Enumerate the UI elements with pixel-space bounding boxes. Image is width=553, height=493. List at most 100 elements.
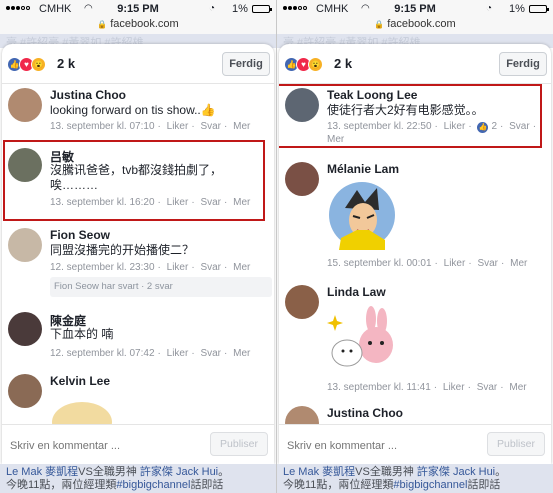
like-link[interactable]: Liker (444, 258, 466, 269)
dot-separator: · (434, 121, 438, 132)
more-link[interactable]: Mer (509, 382, 526, 393)
reply-link[interactable]: Svar (200, 121, 221, 132)
like-link[interactable]: Liker (443, 382, 465, 393)
like-link[interactable]: Liker (167, 121, 189, 132)
avatar[interactable] (8, 374, 42, 408)
dot-separator: · (224, 262, 228, 273)
reply-link[interactable]: Svar (200, 262, 221, 273)
avatar[interactable] (285, 285, 319, 319)
dot-separator: · (191, 121, 195, 132)
comment-meta: 12. september kl. 23:30 · Liker · Svar · Me… (50, 262, 253, 273)
dot-separator: · (157, 262, 161, 273)
like-link[interactable]: Liker (167, 348, 189, 359)
reply-link[interactable]: Svar (477, 258, 498, 269)
more-link[interactable]: Mer (510, 258, 527, 269)
battery-icon (252, 5, 272, 13)
dot-separator: · (500, 121, 504, 132)
mention-link[interactable]: 許家傑 Jack Hui (140, 466, 218, 478)
reaction-icons[interactable]: 👍 ♥ 😮 (7, 57, 46, 72)
like-link[interactable]: Liker (444, 121, 466, 132)
avatar[interactable] (8, 228, 42, 262)
comment-item: 陳金庭 下血本的 喃 12. september kl. 07:42 · Like… (2, 312, 274, 368)
avatar[interactable] (8, 148, 42, 182)
battery-percent: 1% (509, 3, 525, 15)
reaction-count[interactable]: 2 k (57, 56, 75, 71)
comment-author[interactable]: Teak Loong Lee (327, 88, 417, 102)
avatar[interactable] (8, 88, 42, 122)
comment-input[interactable] (287, 437, 472, 455)
comment-author[interactable]: Mélanie Lam (327, 162, 399, 176)
more-link[interactable]: Mer (233, 348, 250, 359)
rabbit-sticker-icon (327, 306, 393, 367)
comment-time: 13. september kl. 16:20 (50, 197, 155, 208)
comment-item: Teak Loong Lee 使徒行者大2好有电影感觉。。 13. septem… (279, 88, 551, 146)
comment-meta: 13. september kl. 22:50 · Liker · 👍 2 · Svar… (327, 121, 539, 133)
done-button[interactable]: Ferdig (222, 52, 270, 76)
comment-item: Fion Seow 同盟沒播完的开始播使二？ 12. september kl.… (2, 228, 274, 304)
sheet-header: 👍 ♥ 😮 2 k Ferdig (2, 44, 274, 84)
hashtag-link[interactable]: #bigbigchannel (116, 479, 190, 491)
more-link[interactable]: Mer (233, 197, 250, 208)
post-text: 話即話 (467, 479, 501, 491)
publish-button[interactable]: Publiser (487, 432, 545, 456)
dot-separator: · (434, 258, 438, 269)
mention-link[interactable]: 許家傑 Jack Hui (417, 466, 495, 478)
lock-icon: 🔒 (97, 20, 108, 29)
url-bar[interactable]: 🔒 facebook.com (0, 18, 276, 34)
publish-button[interactable]: Publiser (210, 432, 268, 456)
more-link[interactable]: Mer (233, 121, 250, 132)
url-text: facebook.com (110, 18, 179, 30)
dot-separator: · (468, 121, 472, 132)
background-post-text: Le Mak 麥凱程VS全職男神 許家傑 Jack Hui。 今晚11點，兩位經… (277, 464, 553, 493)
done-button[interactable]: Ferdig (499, 52, 547, 76)
screenshot-left: CMHK ◠ 9:15 PM ◔ 1% 🔒 facebook.com 豪 #許紹豪… (0, 0, 276, 493)
comment-author[interactable]: Fion Seow (50, 228, 110, 242)
avatar[interactable] (8, 312, 42, 346)
avatar[interactable] (285, 88, 319, 122)
comment-time: 13. september kl. 11:41 (327, 382, 431, 393)
comment-author[interactable]: Justina Choo (327, 406, 403, 420)
comment-author[interactable]: Linda Law (327, 285, 386, 299)
wow-reaction-icon: 😮 (31, 57, 46, 72)
avatar[interactable] (285, 162, 319, 196)
comment-author[interactable]: Justina Choo (50, 88, 126, 102)
lock-icon: 🔒 (374, 20, 385, 29)
comment-meta: 15. september kl. 00:01 · Liker · Svar · Me… (327, 258, 530, 269)
reaction-icons[interactable]: 👍 ♥ 😮 (284, 57, 323, 72)
mention-link[interactable]: Le Mak 麥凱程 (283, 466, 355, 478)
comment-input[interactable] (10, 437, 195, 455)
post-text: 話即話 (190, 479, 224, 491)
comment-meta: 13. september kl. 07:10 · Liker · Svar · Me… (50, 121, 253, 132)
thumbs-up-icon: 👍 (200, 103, 216, 117)
more-link[interactable]: Mer (327, 134, 344, 145)
like-link[interactable]: Liker (167, 262, 189, 273)
reply-link[interactable]: Svar (477, 382, 498, 393)
reply-link[interactable]: Svar (509, 121, 530, 132)
comment-composer: Publiser (279, 424, 551, 464)
more-link[interactable]: Mer (233, 262, 250, 273)
replies-summary[interactable]: Fion Seow har svart · 2 svar (50, 277, 272, 297)
post-text: 。 (218, 466, 230, 478)
dot-separator: · (191, 348, 195, 359)
reply-link[interactable]: Svar (200, 348, 221, 359)
reaction-count-small[interactable]: 2 (491, 121, 497, 132)
reply-link[interactable]: Svar (200, 197, 221, 208)
comment-meta: 12. september kl. 07:42 · Liker · Svar · Me… (50, 348, 253, 359)
reaction-count[interactable]: 2 k (334, 56, 352, 71)
alarm-icon: ◔ (486, 3, 493, 14)
dot-separator: · (224, 197, 228, 208)
comment-text: 同盟沒播完的开始播使二？ (50, 243, 195, 257)
comment-text: 下血本的 喃 (50, 327, 114, 341)
comments-sheet: 👍 ♥ 😮 2 k Ferdig Justina Choo looking fo… (2, 44, 274, 464)
post-text: 今晚11點，兩位經理類 (283, 479, 394, 491)
dot-separator: · (224, 348, 228, 359)
mention-link[interactable]: Le Mak 麥凱程 (6, 466, 78, 478)
like-link[interactable]: Liker (167, 197, 189, 208)
status-bar: CMHK ◠ 9:15 PM ◔ 1% (0, 0, 276, 18)
hashtag-link[interactable]: #bigbigchannel (393, 479, 467, 491)
comment-item: Justina Choo looking forward on tis show… (2, 88, 274, 138)
comment-author[interactable]: Kelvin Lee (50, 374, 110, 388)
dot-separator: · (500, 382, 504, 393)
wow-reaction-icon: 😮 (308, 57, 323, 72)
url-bar[interactable]: 🔒 facebook.com (277, 18, 553, 34)
